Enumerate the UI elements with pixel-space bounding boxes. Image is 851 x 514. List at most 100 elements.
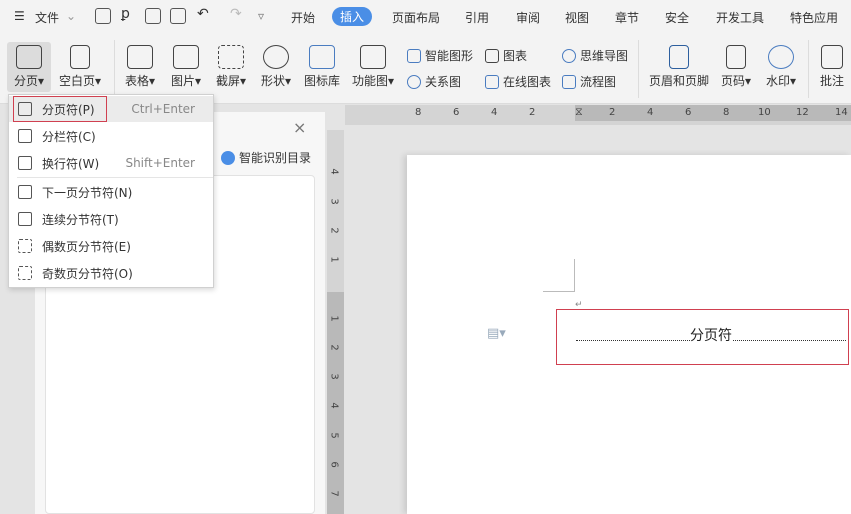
page-number-button[interactable]: 页码▾ [716,45,756,89]
print-preview-icon[interactable] [170,8,186,24]
print-icon[interactable] [145,8,161,24]
ruler-tick: 4 [328,168,340,175]
comment-button[interactable]: 批注 [815,45,849,89]
shortcut: Shift+Enter [125,156,195,170]
ruler-tick: 2 [609,107,616,118]
label: 流程图 [580,75,617,89]
label: 连续分节符(T) [42,212,119,227]
function-chart-icon [360,45,386,69]
shortcut: Ctrl+Enter [131,102,195,116]
shapes-button[interactable]: 形状▾ [256,45,296,89]
icon-library-button[interactable]: 图标库 [300,45,344,89]
indent-marker-icon[interactable]: ⧖ [575,105,583,119]
label: 截屏 [215,74,240,88]
document-page[interactable]: ↵ ▤▾ 分页符 [407,155,851,514]
menu-item-line-break[interactable]: 换行符(W) Shift+Enter [9,150,213,176]
function-chart-button[interactable]: 功能图▾ [349,45,397,89]
chart-button[interactable]: 图表 [485,47,527,64]
paragraph-options-icon[interactable]: ▤▾ [487,326,506,341]
undo-icon[interactable]: ↶ [197,6,209,22]
menu-item-odd-page-section[interactable]: 奇数页分节符(O) [9,260,213,286]
vertical-ruler[interactable]: 4 3 2 1 1 2 3 4 5 6 7 [327,130,344,514]
menu-item-even-page-section[interactable]: 偶数页分节符(E) [9,233,213,259]
label: 智能图形 [425,49,474,63]
title-bar: ☰ 文件 ⌄ ꝑ ↶ ↷ ▿ 开始 插入 页面布局 引用 审阅 视图 章节 安全… [0,0,851,34]
label: 图片 [170,74,195,88]
header-footer-button[interactable]: 页眉和页脚 [645,45,713,89]
ruler-tick: 2 [328,227,340,234]
divider [638,40,639,98]
picture-button[interactable]: 图片▾ [166,45,206,89]
label: 图表 [503,49,528,63]
ruler-tick: 6 [453,107,460,118]
picture-icon [173,45,199,69]
label: 图标库 [303,74,340,88]
smart-graphic-button[interactable]: 智能图形 [407,47,473,64]
menu-item-next-page-section[interactable]: 下一页分节符(N) [9,179,213,205]
tab-start[interactable]: 开始 [291,9,315,26]
page-break-button[interactable]: 分页▾ [8,45,50,89]
relation-chart-button[interactable]: 关系图 [407,73,461,90]
format-painter-icon[interactable]: ꝑ [121,6,130,22]
file-menu[interactable]: 文件 [35,9,59,26]
menu-item-continuous-section[interactable]: 连续分节符(T) [9,206,213,232]
smart-toc-button[interactable]: 智能识别目录 [221,149,311,166]
tab-references[interactable]: 引用 [465,9,489,26]
menu-item-column-break[interactable]: 分栏符(C) [9,123,213,149]
ruler-active-area [575,105,851,121]
header-footer-icon [669,45,689,69]
tab-special[interactable]: 特色应用 [790,9,838,26]
label: 水印 [765,74,790,88]
page-break-line[interactable]: 分页符 [576,325,846,344]
table-icon [127,45,153,69]
ruler-tick: 6 [685,107,692,118]
label: 在线图表 [503,75,552,89]
tab-page-layout[interactable]: 页面布局 [392,9,440,26]
ruler-tick: 3 [328,373,340,380]
ruler-tick: 8 [415,107,422,118]
tab-review[interactable]: 审阅 [516,9,540,26]
smart-toc-icon [221,150,235,165]
horizontal-ruler[interactable]: 8 6 4 2 ⧖ 2 4 6 8 10 12 14 [345,105,851,125]
comment-icon [821,45,843,69]
page-break-icon [16,45,42,69]
redo-icon[interactable]: ↷ [230,6,242,22]
tab-chapter[interactable]: 章节 [615,9,639,26]
screenshot-button[interactable]: 截屏▾ [211,45,251,89]
smart-graphic-icon [407,48,421,63]
ruler-tick: 4 [491,107,498,118]
save-icon[interactable] [95,8,111,24]
table-button[interactable]: 表格▾ [120,45,160,89]
icon-library-icon [309,45,335,69]
tab-view[interactable]: 视图 [565,9,589,26]
close-pane-button[interactable]: × [293,118,306,137]
more-icon[interactable]: ▿ [258,9,264,23]
online-chart-button[interactable]: 在线图表 [485,73,551,90]
online-chart-icon [485,74,499,89]
label: 关系图 [425,75,462,89]
flowchart-button[interactable]: 流程图 [562,73,616,90]
label: 页码 [720,74,745,88]
ruler-tick: 14 [835,107,848,118]
menu-icon[interactable]: ☰ [14,9,25,23]
relation-chart-icon [407,74,421,89]
label: 奇数页分节符(O) [42,266,133,281]
ruler-tick: 6 [328,461,340,468]
tab-insert[interactable]: 插入 [332,7,373,26]
watermark-button[interactable]: 水印▾ [761,45,801,89]
blank-page-button[interactable]: 空白页▾ [55,45,105,89]
odd-page-section-icon [18,266,32,280]
ruler-tick: 10 [758,107,771,118]
label: 下一页分节符(N) [42,185,133,200]
label: 表格 [124,74,149,88]
mind-map-button[interactable]: 思维导图 [562,47,628,64]
ruler-tick: 8 [723,107,730,118]
chevron-down-icon[interactable]: ⌄ [66,9,76,23]
ruler-tick: 4 [328,402,340,409]
column-break-icon [18,129,32,143]
tab-security[interactable]: 安全 [665,9,689,26]
even-page-section-icon [18,239,32,253]
tab-developer[interactable]: 开发工具 [716,9,764,26]
label: 换行符(W) [42,156,100,171]
divider [17,177,213,178]
